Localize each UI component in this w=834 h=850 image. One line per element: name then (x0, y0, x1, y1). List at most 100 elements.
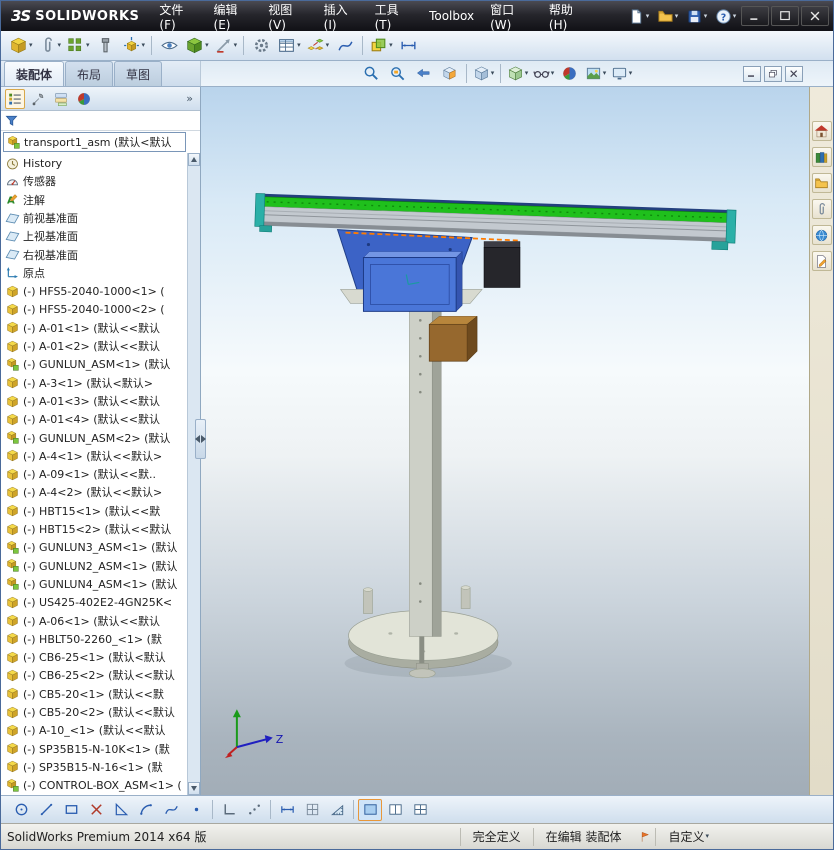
electrical-box[interactable] (362, 250, 463, 312)
tab-sketch[interactable]: 草图 (114, 61, 163, 86)
window-minimize[interactable] (741, 6, 769, 26)
menu-toolbox[interactable]: Toolbox (421, 5, 482, 27)
tree-scrollbar[interactable] (187, 153, 200, 795)
smart-fasteners[interactable] (93, 34, 119, 58)
measure-tool[interactable] (325, 799, 349, 821)
tree-item[interactable]: (-) A-01<1> (默认<<默认 (5, 319, 186, 337)
view-settings[interactable] (609, 63, 634, 85)
tree-item[interactable]: (-) GUNLUN2_ASM<1> (默认 (5, 557, 186, 575)
tree-item[interactable]: (-) HFS5-2040-1000<2> ( (5, 300, 186, 318)
sketch-point[interactable] (184, 799, 208, 821)
tree-item[interactable]: (-) A-09<1> (默认<<默.. (5, 465, 186, 483)
zoom-to-area[interactable] (385, 63, 410, 85)
tree-item[interactable]: (-) CB5-20<1> (默认<<默 (5, 685, 186, 703)
scroll-up-button[interactable] (188, 153, 200, 166)
view-orientation[interactable] (471, 63, 496, 85)
tree-item[interactable]: 上视基准面 (5, 227, 186, 245)
tree-item[interactable]: (-) HBT15<2> (默认<<默认 (5, 520, 186, 538)
configurationmanager-tab[interactable] (51, 89, 71, 109)
quick-snaps[interactable] (242, 799, 266, 821)
tree-item[interactable]: 传感器 (5, 172, 186, 190)
view-palette[interactable] (811, 199, 832, 219)
tab-layout[interactable]: 布局 (65, 61, 114, 86)
tree-root-item[interactable]: transport1_asm (默认<默认 (3, 132, 186, 152)
help[interactable]: ? (712, 5, 739, 27)
edit-appearance[interactable] (557, 63, 582, 85)
open-document[interactable] (654, 5, 681, 27)
tree-item[interactable]: (-) GUNLUN_ASM<1> (默认 (5, 355, 186, 373)
model-canvas[interactable]: Z (201, 87, 809, 795)
tree-item[interactable]: (-) A-3<1> (默认<默认> (5, 374, 186, 392)
bill-of-materials[interactable] (275, 34, 303, 58)
document-restore[interactable] (764, 65, 782, 82)
document-minimize[interactable] (743, 65, 761, 82)
window-maximize[interactable] (771, 6, 799, 26)
instant-3d[interactable] (396, 34, 422, 58)
tree-item[interactable]: (-) HBT15<1> (默认<<默 (5, 502, 186, 520)
two-viewport[interactable] (383, 799, 407, 821)
appearances-scenes[interactable] (811, 225, 832, 245)
displaymanager-tab[interactable] (74, 89, 94, 109)
file-explorer[interactable] (811, 173, 832, 193)
motor[interactable] (483, 241, 521, 288)
tree-item[interactable]: 右视基准面 (5, 245, 186, 263)
sketch-rectangle[interactable] (59, 799, 83, 821)
solidworks-resources[interactable] (811, 121, 832, 141)
grid-settings[interactable] (300, 799, 324, 821)
scroll-down-button[interactable] (188, 782, 200, 795)
tree-item[interactable]: (-) US425-402E2-4GN25K< (5, 593, 186, 611)
show-hidden-components[interactable] (156, 34, 182, 58)
sketch-circle[interactable] (9, 799, 33, 821)
reference-geometry[interactable] (212, 34, 240, 58)
sketch-spline[interactable] (159, 799, 183, 821)
previous-view[interactable] (411, 63, 436, 85)
linear-component-pattern[interactable] (64, 34, 92, 58)
corner-snap[interactable] (217, 799, 241, 821)
tree-item[interactable]: (-) A-01<2> (默认<<默认 (5, 337, 186, 355)
tree-item[interactable]: (-) CB6-25<2> (默认<<默认 (5, 666, 186, 684)
sketch-chamfer[interactable] (109, 799, 133, 821)
section-view[interactable] (437, 63, 462, 85)
tree-item[interactable]: (-) SP35B15-N-10K<1> (默 (5, 740, 186, 758)
apply-scene[interactable] (583, 63, 608, 85)
tree-item[interactable]: (-) CB5-20<2> (默认<<默认 (5, 703, 186, 721)
tree-item[interactable]: (-) A-01<4> (默认<<默认 (5, 410, 186, 428)
document-close[interactable] (785, 65, 803, 82)
tree-item[interactable]: (-) GUNLUN_ASM<2> (默认 (5, 428, 186, 446)
custom-properties[interactable] (811, 251, 832, 271)
tab-assembly[interactable]: 装配体 (4, 61, 65, 86)
material-box[interactable] (428, 315, 478, 362)
tree-item[interactable]: (-) GUNLUN4_ASM<1> (默认 (5, 575, 186, 593)
design-library[interactable] (811, 147, 832, 167)
single-viewport[interactable] (358, 798, 382, 821)
four-viewport[interactable] (408, 799, 432, 821)
zoom-to-fit[interactable] (359, 63, 384, 85)
tree-item[interactable]: 前视基准面 (5, 209, 186, 227)
tree-item[interactable]: (-) A-01<3> (默认<<默认 (5, 392, 186, 410)
sketch-arc[interactable] (134, 799, 158, 821)
insert-components[interactable] (7, 34, 35, 58)
sketch-line[interactable] (34, 799, 58, 821)
trim-entities[interactable] (84, 799, 108, 821)
panel-overflow-button[interactable]: » (186, 92, 196, 105)
panel-splitter[interactable] (195, 419, 206, 459)
new-document[interactable] (625, 5, 652, 27)
graphics-viewport[interactable]: Z (201, 87, 809, 795)
status-customize[interactable]: 自定义 (655, 827, 721, 846)
window-close[interactable] (801, 6, 829, 26)
exploded-view[interactable] (304, 34, 332, 58)
tree-item[interactable]: (-) HFS5-2040-1000<1> ( (5, 282, 186, 300)
filter-icon[interactable] (4, 113, 19, 128)
tree-item[interactable]: A 注解 (5, 191, 186, 209)
assembly-features[interactable] (183, 34, 211, 58)
save-document[interactable] (683, 5, 710, 27)
propertymanager-tab[interactable] (28, 89, 48, 109)
display-style[interactable] (505, 63, 530, 85)
tree-item[interactable]: (-) SP35B15-N-16<1> (默 (5, 758, 186, 776)
move-component[interactable] (120, 34, 148, 58)
tree-item[interactable]: (-) A-06<1> (默认<<默认 (5, 611, 186, 629)
hide-show-items[interactable] (531, 63, 556, 85)
new-motion-study[interactable] (248, 34, 274, 58)
tree-item[interactable]: 原点 (5, 264, 186, 282)
tree-item[interactable]: History (5, 154, 186, 172)
